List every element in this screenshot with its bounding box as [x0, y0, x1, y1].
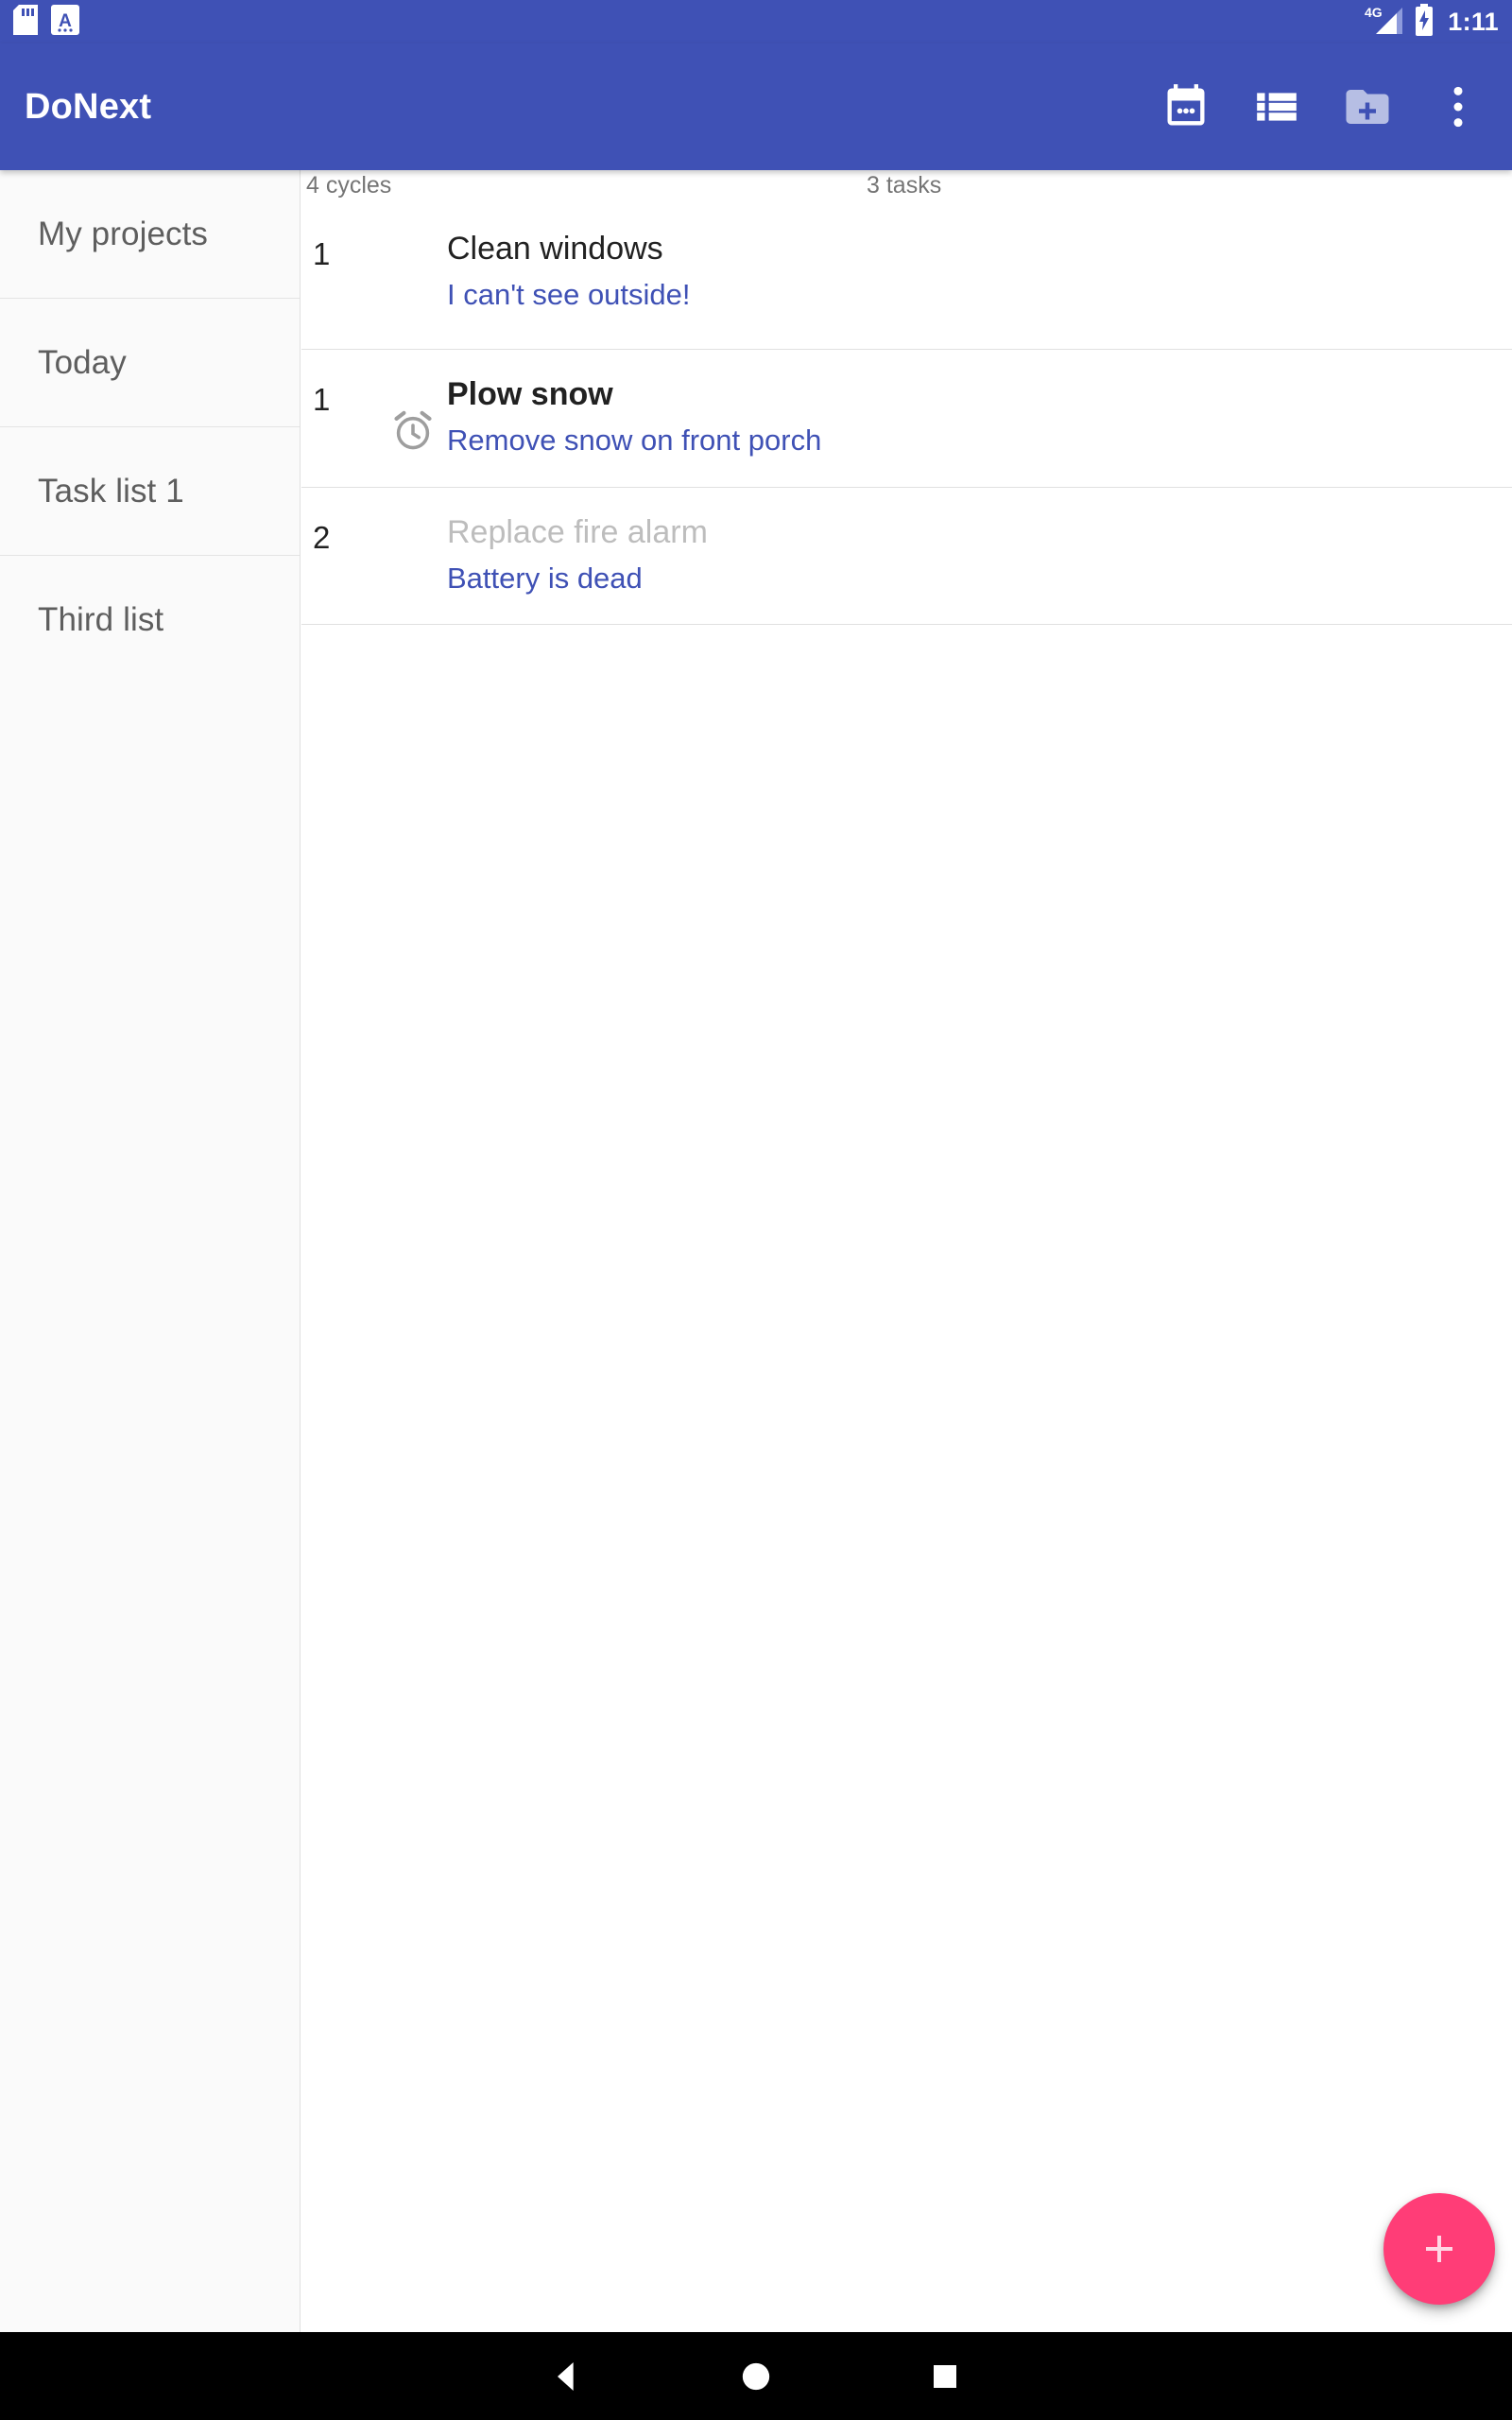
- sidebar-item-third-list[interactable]: Third list: [0, 556, 300, 684]
- alarm-clock-icon: [389, 406, 437, 458]
- task-body: Clean windows I can't see outside!: [447, 204, 1512, 349]
- sidebar-item-label: Third list: [38, 601, 164, 638]
- task-list-panel: 4 cycles 3 tasks 1 Clean windows I can't…: [301, 170, 1512, 2332]
- sidebar: My projects Today Task list 1 Third list: [0, 170, 301, 2332]
- list-icon[interactable]: [1247, 78, 1306, 136]
- sd-card-icon: [13, 4, 38, 40]
- task-note: I can't see outside!: [447, 277, 691, 311]
- task-title: Plow snow: [447, 376, 613, 412]
- battery-charging-icon: [1414, 3, 1435, 41]
- nav-home-button[interactable]: [662, 2332, 850, 2420]
- plus-icon: [1426, 2236, 1452, 2262]
- signal-4g-icon: 4G: [1363, 4, 1404, 41]
- status-bar-clock: 1:11: [1448, 7, 1499, 36]
- task-body: Replace fire alarm Battery is dead: [447, 488, 1512, 624]
- task-note: Battery is dead: [447, 561, 643, 595]
- home-circle-icon: [742, 2362, 770, 2390]
- recents-square-icon: [934, 2364, 956, 2388]
- status-bar-right-icons: 4G 1:11: [1363, 3, 1499, 41]
- nav-back-button[interactable]: [472, 2332, 662, 2420]
- task-cycle-count: 1: [313, 236, 331, 271]
- overflow-menu-icon[interactable]: [1429, 78, 1487, 136]
- status-bar-left-icons: A: [13, 4, 79, 40]
- task-body: Plow snow Remove snow on front porch: [447, 350, 1512, 487]
- sidebar-item-label: Task list 1: [38, 472, 184, 510]
- app-bar: DoNext: [0, 43, 1512, 170]
- task-cycle-count: 1: [313, 382, 331, 417]
- column-headers: 4 cycles 3 tasks: [301, 170, 1512, 204]
- task-alarm-slot: [379, 204, 447, 349]
- sidebar-item-task-list-1[interactable]: Task list 1: [0, 427, 300, 556]
- cycles-column-header: 4 cycles: [306, 172, 392, 199]
- app-bar-actions: [1157, 78, 1512, 136]
- back-triangle-icon: [558, 2361, 574, 2391]
- task-alarm-slot: [379, 488, 447, 624]
- calendar-icon[interactable]: [1157, 78, 1215, 136]
- new-folder-icon[interactable]: [1338, 78, 1397, 136]
- sidebar-item-today[interactable]: Today: [0, 299, 300, 427]
- tasks-column-header: 3 tasks: [867, 172, 942, 199]
- nav-recents-button[interactable]: [850, 2332, 1040, 2420]
- sidebar-item-label: My projects: [38, 215, 209, 252]
- sidebar-item-my-projects[interactable]: My projects: [0, 170, 300, 299]
- task-title: Clean windows: [447, 231, 663, 267]
- table-row[interactable]: 1 Plow snow Remove snow on front porch: [301, 350, 1512, 488]
- task-alarm-slot: [379, 350, 447, 487]
- svg-text:4G: 4G: [1365, 5, 1383, 20]
- status-bar: A 4G 1:11: [0, 0, 1512, 43]
- task-title: Replace fire alarm: [447, 514, 708, 550]
- app-title: DoNext: [25, 86, 152, 127]
- font-size-icon: A: [51, 4, 79, 40]
- sidebar-item-label: Today: [38, 343, 127, 381]
- android-navigation-bar: [0, 2332, 1512, 2420]
- task-note: Remove snow on front porch: [447, 423, 822, 457]
- table-row[interactable]: 2 Replace fire alarm Battery is dead: [301, 488, 1512, 625]
- table-row[interactable]: 1 Clean windows I can't see outside!: [301, 204, 1512, 350]
- task-cycle-count: 2: [313, 520, 331, 555]
- add-task-fab[interactable]: [1383, 2193, 1495, 2305]
- svg-text:A: A: [59, 11, 72, 31]
